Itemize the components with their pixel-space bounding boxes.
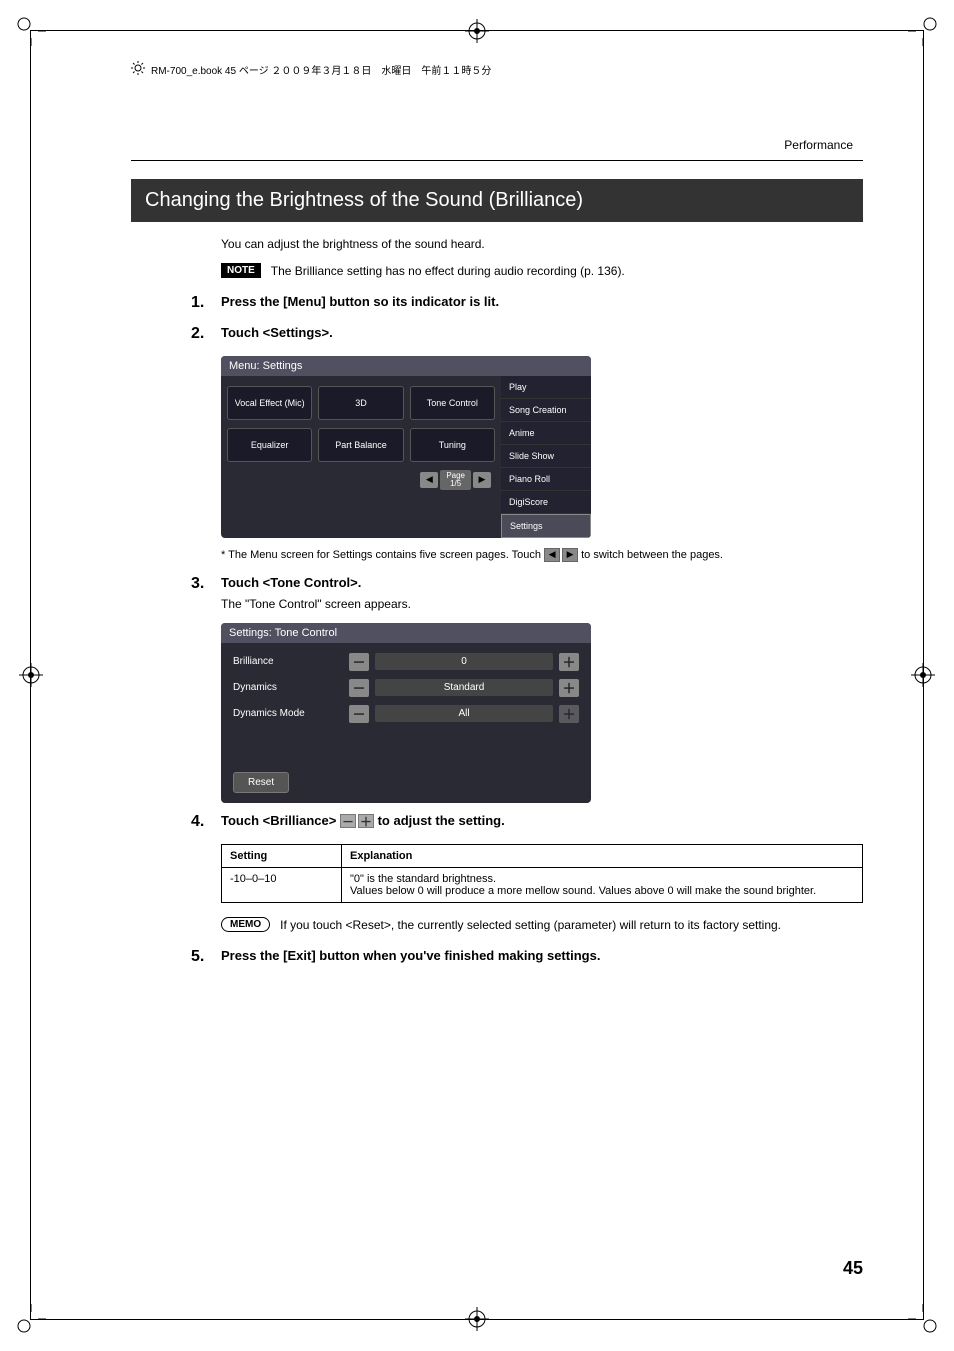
menu-side-slide-show[interactable]: Slide Show	[501, 445, 591, 468]
memo-badge: MEMO	[221, 917, 270, 932]
tone-dynamics-mode-minus[interactable]: －	[349, 705, 369, 723]
menu-cell-equalizer[interactable]: Equalizer	[227, 428, 312, 462]
tone-reset-button[interactable]: Reset	[233, 772, 289, 793]
tone-dynamics-value: Standard	[375, 679, 553, 696]
memo-text: If you touch <Reset>, the currently sele…	[280, 917, 781, 934]
table-exp-line1: "0" is the standard brightness.	[350, 873, 854, 885]
crop-mark-top-left	[16, 16, 46, 46]
step-2-heading: Touch <Settings>.	[221, 325, 863, 340]
tone-dynamics-minus[interactable]: －	[349, 679, 369, 697]
menu-cell-tuning[interactable]: Tuning	[410, 428, 495, 462]
step-4-heading-suffix: to adjust the setting.	[378, 813, 505, 828]
tone-row-dynamics-mode-label: Dynamics Mode	[233, 708, 343, 719]
tone-dynamics-mode-value: All	[375, 705, 553, 722]
menu-pager-prev[interactable]: ◀	[420, 472, 438, 488]
crop-mark-top-right	[908, 16, 938, 46]
registration-mark-left	[19, 663, 43, 687]
step-3-number: 3.	[191, 575, 209, 593]
menu-pager-label-bot: 1/5	[446, 480, 465, 488]
step-1-heading: Press the [Menu] button so its indicator…	[221, 294, 863, 309]
menu-pager-next[interactable]: ▶	[473, 472, 491, 488]
table-header-explanation: Explanation	[342, 845, 863, 868]
section-title: Changing the Brightness of the Sound (Br…	[131, 179, 863, 222]
tone-row-dynamics-label: Dynamics	[233, 682, 343, 693]
tone-brilliance-value: 0	[375, 653, 553, 670]
step-4-number: 4.	[191, 813, 209, 831]
note-text: The Brilliance setting has no effect dur…	[271, 263, 625, 280]
step-2-number: 2.	[191, 325, 209, 343]
tone-control-screenshot: Settings: Tone Control Brilliance － 0 ＋ …	[221, 623, 591, 803]
registration-mark-top	[465, 19, 489, 43]
arrow-right-icon: ▶	[562, 548, 578, 562]
tone-dynamics-mode-plus: ＋	[559, 705, 579, 723]
crop-mark-bottom-right	[908, 1304, 938, 1334]
tone-brilliance-minus[interactable]: －	[349, 653, 369, 671]
running-head: Performance	[131, 138, 863, 152]
step-5-number: 5.	[191, 948, 209, 966]
menu-pager-label: Page 1/5	[440, 470, 471, 490]
settings-table: Setting Explanation -10–0–10 "0" is the …	[221, 844, 863, 903]
intro-text: You can adjust the brightness of the sou…	[221, 236, 863, 253]
menu-footnote-suffix: to switch between the pages.	[581, 549, 723, 561]
menu-cell-vocal-effect[interactable]: Vocal Effect (Mic)	[227, 386, 312, 420]
menu-side-play[interactable]: Play	[501, 376, 591, 399]
sun-icon	[131, 61, 145, 78]
menu-cell-part-balance[interactable]: Part Balance	[318, 428, 403, 462]
step-4-heading-prefix: Touch <Brilliance>	[221, 813, 340, 828]
crop-mark-bottom-left	[16, 1304, 46, 1334]
tone-titlebar: Settings: Tone Control	[221, 623, 591, 643]
menu-cell-tone-control[interactable]: Tone Control	[410, 386, 495, 420]
top-rule	[131, 160, 863, 161]
page-number: 45	[843, 1258, 863, 1279]
menu-side-anime[interactable]: Anime	[501, 422, 591, 445]
menu-side-digiscore[interactable]: DigiScore	[501, 491, 591, 514]
tone-row-brilliance-label: Brilliance	[233, 656, 343, 667]
registration-mark-bottom	[465, 1307, 489, 1331]
menu-side-piano-roll[interactable]: Piano Roll	[501, 468, 591, 491]
note-badge: NOTE	[221, 263, 261, 278]
step-5-heading: Press the [Exit] button when you've fini…	[221, 948, 863, 963]
table-exp-line2: Values below 0 will produce a more mello…	[350, 885, 854, 897]
minus-icon: －	[340, 814, 356, 828]
menu-footnote-prefix: * The Menu screen for Settings contains …	[221, 549, 544, 561]
menu-settings-screenshot: Menu: Settings Vocal Effect (Mic) 3D Ton…	[221, 356, 591, 538]
menu-cell-3d[interactable]: 3D	[318, 386, 403, 420]
table-header-setting: Setting	[222, 845, 342, 868]
step-3-heading: Touch <Tone Control>.	[221, 575, 863, 590]
plus-icon: ＋	[358, 814, 374, 828]
step-1-number: 1.	[191, 294, 209, 312]
menu-side-settings[interactable]: Settings	[501, 514, 591, 538]
registration-mark-right	[911, 663, 935, 687]
menu-titlebar: Menu: Settings	[221, 356, 591, 376]
table-cell-setting: -10–0–10	[222, 868, 342, 903]
step-3-sub: The "Tone Control" screen appears.	[221, 596, 863, 613]
arrow-left-icon: ◀	[544, 548, 560, 562]
menu-footnote: * The Menu screen for Settings contains …	[221, 548, 863, 563]
menu-side-song-creation[interactable]: Song Creation	[501, 399, 591, 422]
book-meta-text: RM-700_e.book 45 ページ ２００９年３月１８日 水曜日 午前１１…	[151, 62, 491, 77]
tone-dynamics-plus[interactable]: ＋	[559, 679, 579, 697]
tone-brilliance-plus[interactable]: ＋	[559, 653, 579, 671]
book-meta: RM-700_e.book 45 ページ ２００９年３月１８日 水曜日 午前１１…	[131, 61, 863, 78]
table-cell-explanation: "0" is the standard brightness. Values b…	[342, 868, 863, 903]
step-4-heading: Touch <Brilliance> － ＋ to adjust the set…	[221, 813, 863, 829]
